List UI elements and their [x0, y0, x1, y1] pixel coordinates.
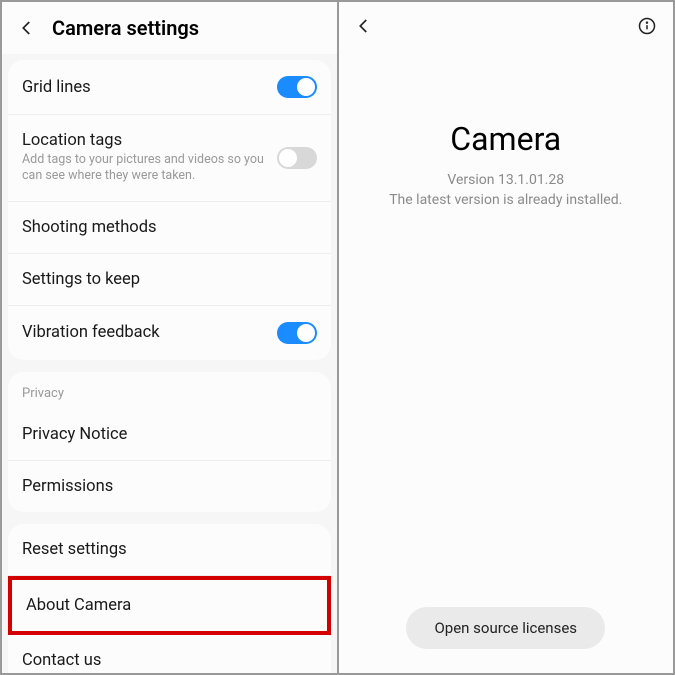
row-reset-settings[interactable]: Reset settings	[8, 524, 331, 576]
toggle-location-tags[interactable]	[277, 147, 317, 169]
about-status: The latest version is already installed.	[389, 192, 622, 208]
page-title: Camera settings	[52, 16, 199, 40]
open-source-licenses-button[interactable]: Open source licenses	[406, 607, 605, 649]
label: Settings to keep	[22, 270, 317, 289]
about-body: Camera Version 13.1.01.28 The latest ver…	[339, 50, 674, 673]
settings-group-other: Reset settings About Camera Contact us	[8, 524, 331, 674]
row-shooting-methods[interactable]: Shooting methods	[8, 202, 331, 254]
info-icon[interactable]	[637, 16, 657, 36]
subtitle: Add tags to your pictures and videos so …	[22, 152, 277, 185]
toggle-vibration-feedback[interactable]	[277, 322, 317, 344]
settings-header: Camera settings	[2, 2, 337, 54]
row-settings-to-keep[interactable]: Settings to keep	[8, 254, 331, 306]
row-privacy-notice[interactable]: Privacy Notice	[8, 409, 331, 461]
row-grid-lines[interactable]: Grid lines	[8, 60, 331, 115]
label: Vibration feedback	[22, 323, 277, 342]
row-permissions[interactable]: Permissions	[8, 461, 331, 512]
label: Reset settings	[22, 540, 317, 559]
back-icon[interactable]	[18, 19, 36, 37]
about-app-name: Camera	[450, 120, 561, 158]
label: Permissions	[22, 477, 317, 496]
settings-group-general: Grid lines Location tags Add tags to you…	[8, 60, 331, 360]
back-icon[interactable]	[355, 17, 373, 35]
label: Grid lines	[22, 78, 277, 97]
section-header-privacy: Privacy	[8, 372, 331, 409]
label: Contact us	[22, 651, 317, 670]
row-contact-us[interactable]: Contact us	[8, 635, 331, 674]
row-location-tags[interactable]: Location tags Add tags to your pictures …	[8, 115, 331, 202]
row-about-camera[interactable]: About Camera	[8, 576, 331, 635]
toggle-grid-lines[interactable]	[277, 76, 317, 98]
label: About Camera	[26, 596, 313, 615]
row-vibration-feedback[interactable]: Vibration feedback	[8, 306, 331, 360]
about-panel: Camera Version 13.1.01.28 The latest ver…	[339, 2, 674, 673]
label: Location tags	[22, 131, 277, 150]
about-header	[339, 2, 674, 50]
settings-panel: Camera settings Grid lines Location tags…	[2, 2, 337, 673]
settings-group-privacy: Privacy Privacy Notice Permissions	[8, 372, 331, 512]
about-version: Version 13.1.01.28	[447, 172, 564, 188]
label: Shooting methods	[22, 218, 317, 237]
label: Privacy Notice	[22, 425, 317, 444]
